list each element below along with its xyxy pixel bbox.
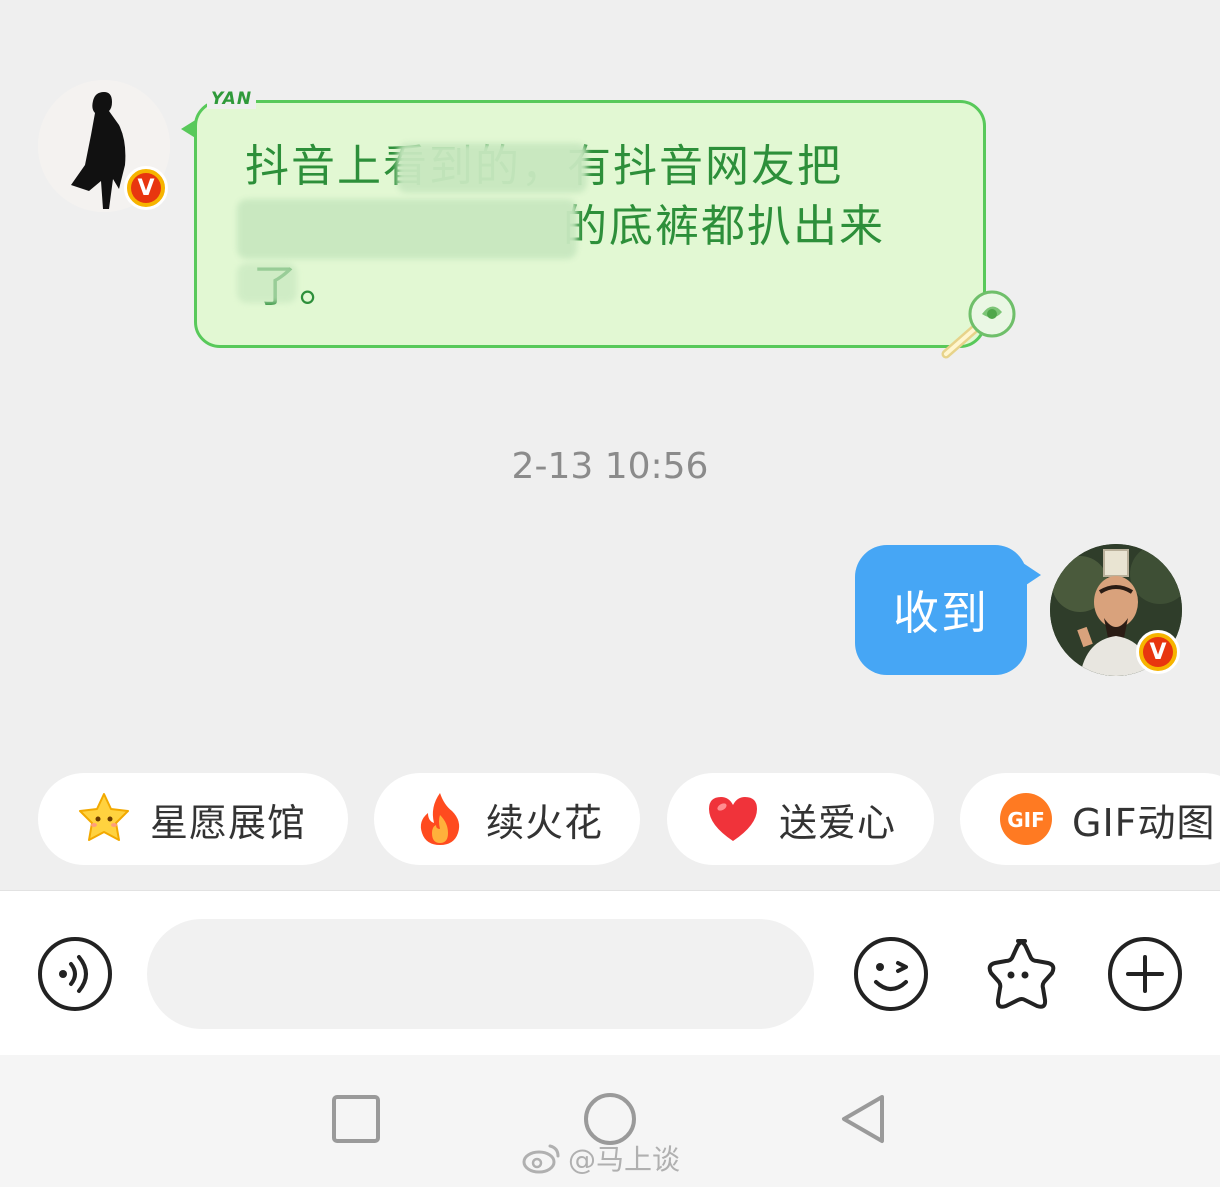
chip-keep-spark[interactable]: 续火花: [374, 773, 640, 865]
watermark: @马上谈: [522, 1138, 680, 1178]
chip-star-gallery[interactable]: 星愿展馆: [38, 773, 348, 865]
chip-label: 续火花: [486, 800, 604, 845]
voice-icon: [38, 937, 112, 1011]
sticker-button[interactable]: [979, 935, 1057, 1013]
heart-icon: [705, 791, 761, 847]
chat-area: V YAN 抖音上看到的，有抖音网友把 的底裤都扒出来 了。 2-13 10:5…: [0, 0, 1220, 890]
input-bar: [0, 890, 1220, 1055]
recent-apps-button[interactable]: [326, 1089, 386, 1149]
message-timestamp: 2-13 10:56: [511, 446, 709, 487]
emoji-button[interactable]: [852, 935, 930, 1013]
outgoing-message-bubble[interactable]: 收到: [855, 545, 1041, 675]
message-line-1: 抖音上看到的，有抖音网友把: [245, 137, 945, 197]
plus-circle-icon: [1108, 937, 1182, 1011]
watermark-text: @马上谈: [568, 1143, 681, 1176]
emoji-face-icon: [854, 937, 928, 1011]
quick-action-chips: 星愿展馆 续火花 送爱心 GIF GIF动图: [38, 773, 1220, 865]
redaction-mosaic: [237, 263, 297, 303]
svg-text:GIF: GIF: [1007, 808, 1045, 832]
outgoing-message-text: 收到: [893, 586, 989, 640]
chip-label: GIF动图: [1072, 800, 1216, 845]
back-triangle-icon: [842, 1095, 884, 1143]
more-button[interactable]: [1106, 935, 1184, 1013]
fire-icon: [412, 791, 468, 847]
bubble-tail: [1023, 563, 1041, 587]
gif-icon: GIF: [998, 791, 1054, 847]
message-line-3: 了。: [253, 261, 345, 312]
chip-label: 星愿展馆: [150, 800, 307, 845]
chip-gif[interactable]: GIF GIF动图: [960, 773, 1220, 865]
verified-badge-letter: V: [1143, 637, 1173, 667]
verified-badge-letter: V: [131, 173, 161, 203]
magic-wand-sticker-icon: [941, 290, 1016, 359]
message-input[interactable]: [147, 919, 814, 1029]
back-button[interactable]: [834, 1089, 894, 1149]
incoming-message-bubble[interactable]: YAN 抖音上看到的，有抖音网友把 的底裤都扒出来 了。: [181, 89, 986, 348]
star-face-icon: [76, 791, 132, 847]
star-sticker-icon: [987, 939, 1056, 1009]
verified-badge: V: [1136, 630, 1180, 674]
weibo-logo-icon: [522, 1144, 560, 1174]
chip-label: 送爱心: [779, 800, 897, 845]
redaction-mosaic: [397, 143, 587, 193]
voice-button[interactable]: [36, 935, 114, 1013]
verified-badge: V: [124, 166, 168, 210]
chip-send-heart[interactable]: 送爱心: [667, 773, 934, 865]
redaction-mosaic: [237, 199, 577, 259]
square-icon: [332, 1095, 380, 1143]
bubble-tail: [181, 119, 197, 139]
bubble-frame-tag: YAN: [207, 89, 257, 109]
